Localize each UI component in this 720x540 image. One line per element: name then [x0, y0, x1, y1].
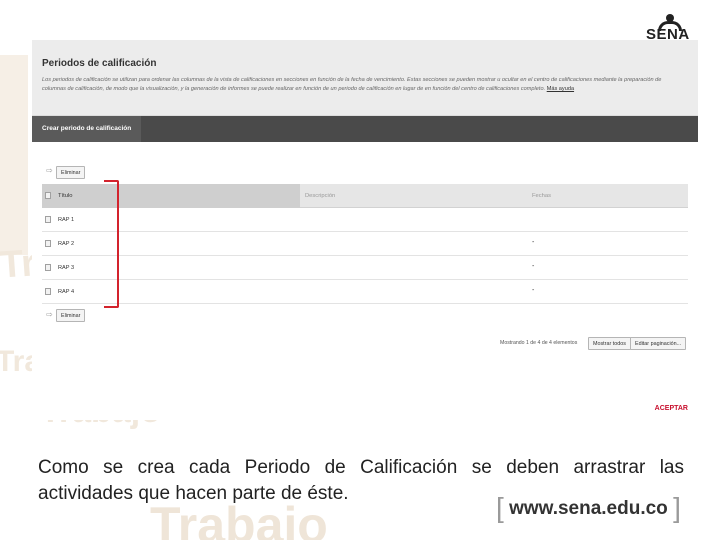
column-header-dates[interactable]: Fechas — [532, 193, 551, 199]
right-bracket-icon: ] — [673, 492, 681, 523]
row-date: - — [532, 239, 535, 246]
row-title: RAP 2 — [58, 241, 75, 247]
left-bracket-icon: [ — [496, 492, 504, 523]
delete-button-bottom[interactable]: Eliminar — [56, 309, 86, 322]
row-title: RAP 4 — [58, 289, 75, 295]
row-checkbox[interactable] — [45, 288, 51, 295]
title-column-highlight — [42, 184, 300, 208]
paging-status: Mostrando 1 de 4 de 4 elementos — [500, 340, 578, 346]
create-grading-period-button[interactable]: Crear periodo de calificación — [32, 116, 142, 142]
row-checkbox[interactable] — [45, 264, 51, 271]
grading-periods-panel: Periodos de calificación Los periodos de… — [32, 40, 698, 420]
select-arrow-icon: ⇨ — [46, 310, 53, 319]
table-header: Título Descripción Fechas — [42, 184, 688, 208]
column-header-description[interactable]: Descripción — [305, 193, 335, 199]
action-toolbar: Crear periodo de calificación — [32, 116, 698, 142]
background-decoration — [0, 55, 28, 255]
row-date: - — [532, 263, 535, 270]
select-all-checkbox[interactable] — [45, 192, 51, 199]
row-title: RAP 1 — [58, 217, 75, 223]
sena-url: [ www.sena.edu.co ] — [496, 492, 681, 524]
show-all-button[interactable]: Mostrar todos — [588, 337, 631, 350]
sena-logo: SENA — [646, 14, 698, 43]
highlight-bracket — [104, 180, 119, 308]
select-arrow-icon: ⇨ — [46, 166, 53, 175]
table-row[interactable]: RAP 2 - — [42, 232, 688, 256]
more-help-link[interactable]: Más ayuda — [547, 86, 574, 92]
page-description: Los periodos de calificación se utilizan… — [42, 76, 686, 94]
table-row[interactable]: RAP 3 - — [42, 256, 688, 280]
edit-paging-button[interactable]: Editar paginación... — [630, 337, 687, 350]
grading-periods-table: Título Descripción Fechas RAP 1 RAP 2 - … — [42, 184, 688, 304]
row-title: RAP 3 — [58, 265, 75, 271]
row-checkbox[interactable] — [45, 240, 51, 247]
accept-button[interactable]: ACEPTAR — [655, 405, 688, 412]
table-row[interactable]: RAP 1 — [42, 208, 688, 232]
table-row[interactable]: RAP 4 - — [42, 280, 688, 304]
row-checkbox[interactable] — [45, 216, 51, 223]
url-text[interactable]: www.sena.edu.co — [509, 498, 668, 519]
row-date: - — [532, 287, 535, 294]
delete-button-top[interactable]: Eliminar — [56, 166, 86, 179]
page-title: Periodos de calificación — [42, 58, 157, 69]
column-header-title[interactable]: Título — [58, 193, 73, 199]
panel-header: Periodos de calificación Los periodos de… — [32, 40, 698, 116]
